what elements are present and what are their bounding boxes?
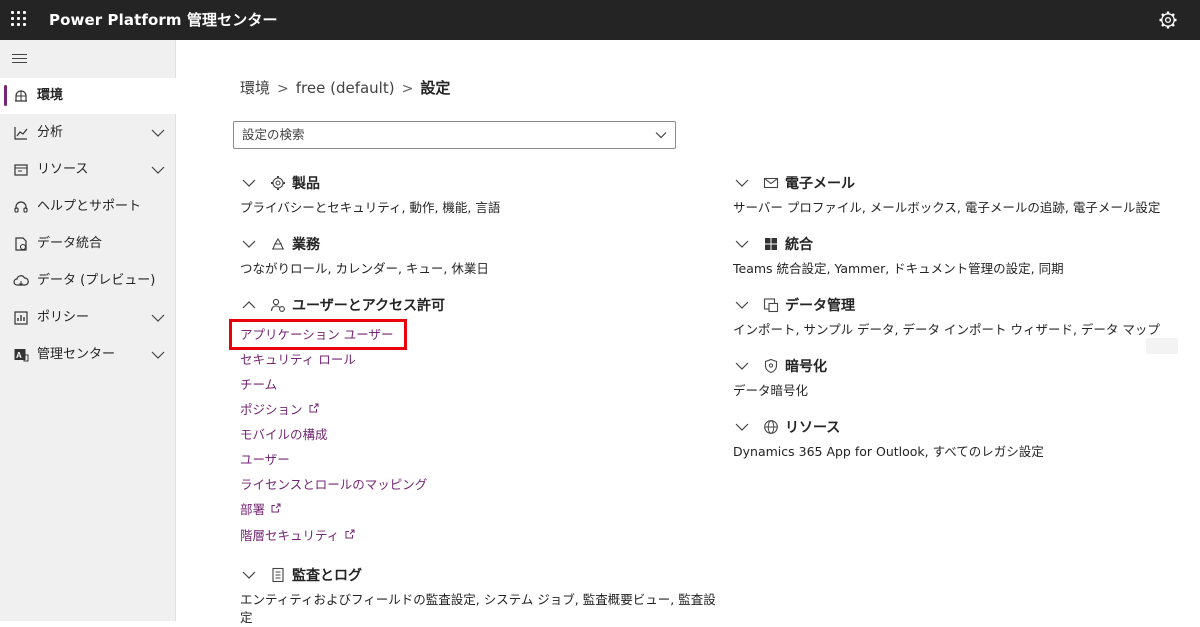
section-title: 監査とログ [292,568,362,584]
search-placeholder: 設定の検索 [242,127,305,142]
nav-item-label: データ統合 [37,236,103,251]
chevron-down-icon[interactable] [151,165,165,175]
section-title: 暗号化 [785,359,827,375]
section-description-continued: 定 [240,610,253,625]
link-security-roles[interactable]: セキュリティ ロール [240,351,356,369]
nav-item-admin-centers[interactable]: A 管理センター [0,337,176,373]
nav-item-data-integration[interactable]: データ統合 [0,226,176,262]
section-title: 業務 [292,237,320,253]
section-description: Teams 統合設定, Yammer, ドキュメント管理の設定, 同期 [733,261,1064,276]
breadcrumb-environment-name[interactable]: free (default) [296,79,395,97]
link-mobile-configuration[interactable]: モバイルの構成 [240,426,328,444]
admin-center-icon: A [14,349,29,362]
nav-item-label: データ (プレビュー) [37,273,156,288]
selected-indicator [4,85,7,106]
link-users[interactable]: ユーザー [240,451,290,469]
nav-item-environments[interactable]: 環境 [0,78,176,114]
data-integration-icon [15,237,27,251]
analytics-icon [14,127,28,140]
gear-icon [271,176,285,190]
business-icon [272,237,284,250]
section-description: サーバー プロファイル, メールボックス, 電子メールの追跡, 電子メール設定 [733,200,1161,215]
chevron-down-icon[interactable] [242,570,256,580]
link-teams[interactable]: チーム [240,376,277,394]
section-description: Dynamics 365 App for Outlook, すべてのレガシ設定 [733,444,1044,459]
section-title: 製品 [292,176,320,192]
nav-item-policies[interactable]: ポリシー [0,300,176,336]
nav-item-data-preview[interactable]: データ (プレビュー) [0,263,176,299]
nav-item-label: 環境 [37,88,64,103]
link-positions[interactable]: ポジション [240,401,319,419]
section-title: ユーザーとアクセス許可 [292,298,446,314]
chevron-down-icon[interactable] [242,239,256,249]
windows-logo-icon [765,238,777,250]
settings-search-combobox[interactable]: 設定の検索 [233,121,676,149]
policy-icon [14,311,28,325]
shield-icon [764,358,778,374]
chevron-down-icon[interactable] [151,313,165,323]
environment-icon [15,90,27,102]
breadcrumb: 環境 > free (default) > 設定 [240,76,450,100]
faded-overlay-badge [1146,338,1178,354]
svg-text:A: A [16,351,22,360]
chevron-down-icon[interactable] [655,130,667,140]
nav-item-label: 分析 [37,125,64,140]
chevron-down-icon[interactable] [735,300,749,310]
chevron-down-icon[interactable] [242,178,256,188]
resources-icon [14,164,28,176]
section-description: プライバシーとセキュリティ, 動作, 機能, 言語 [240,200,501,215]
section-description: インポート, サンプル データ, データ インポート ウィザード, データ マッ… [733,322,1160,337]
breadcrumb-environments[interactable]: 環境 [240,79,270,97]
chevron-up-icon[interactable] [242,300,256,310]
chevron-down-icon[interactable] [735,239,749,249]
settings-gear-icon[interactable] [1158,10,1178,30]
breadcrumb-separator: > [277,81,289,97]
section-title: 統合 [785,237,813,253]
headset-icon [14,201,28,213]
section-title: 電子メール [785,176,855,192]
nav-item-analytics[interactable]: 分析 [0,115,176,151]
breadcrumb-separator: > [401,81,414,97]
section-description: データ暗号化 [733,383,809,398]
link-business-units[interactable]: 部署 [240,501,281,519]
app-launcher-icon[interactable] [11,11,29,29]
audit-log-icon [272,567,284,583]
section-description: エンティティおよびフィールドの監査設定, システム ジョブ, 監査概要ビュー, … [240,592,716,607]
section-description: つながりロール, カレンダー, キュー, 休業日 [240,261,489,276]
breadcrumb-current: 設定 [420,79,451,97]
chevron-down-icon[interactable] [735,361,749,371]
nav-item-label: リソース [37,162,89,177]
link-license-role-mapping[interactable]: ライセンスとロールのマッピング [240,476,427,494]
link-hierarchy-security[interactable]: 階層セキュリティ [240,527,355,545]
cloud-data-icon [13,275,29,286]
nav-item-label: ポリシー [37,310,90,325]
nav-item-label: ヘルプとサポート [37,199,142,214]
chevron-down-icon[interactable] [151,350,165,360]
users-permissions-icon [270,298,285,312]
section-title: リソース [785,420,841,436]
hamburger-menu-icon[interactable] [12,52,30,66]
chevron-down-icon[interactable] [735,422,749,432]
top-bar: Power Platform 管理センター [0,0,1200,40]
nav-item-help-support[interactable]: ヘルプとサポート [0,189,176,225]
app-title[interactable]: Power Platform 管理センター [49,0,278,40]
nav-item-resources[interactable]: リソース [0,152,176,188]
external-link-icon [345,529,355,539]
section-title: データ管理 [785,298,855,314]
nav-item-label: 管理センター [37,347,116,362]
chevron-down-icon[interactable] [151,128,165,138]
data-management-icon [763,298,779,313]
external-link-icon [309,403,319,413]
chevron-down-icon[interactable] [735,178,749,188]
globe-icon [764,420,778,434]
mail-icon [763,177,779,189]
external-link-icon [271,503,281,513]
left-navigation: 環境 分析 リソース ヘルプとサポート データ統合 データ (プレビュー) ポリ… [0,40,176,621]
highlight-box [229,319,407,350]
